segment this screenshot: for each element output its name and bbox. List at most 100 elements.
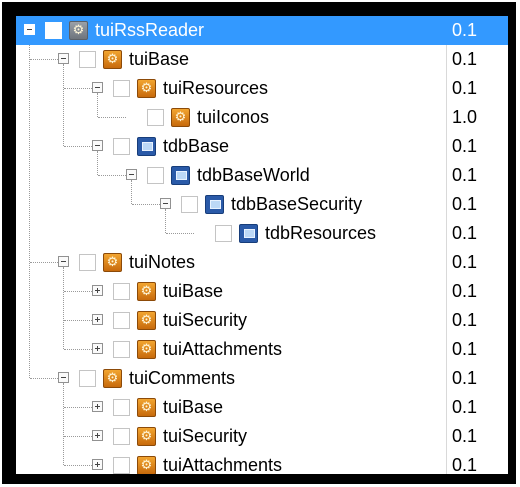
gear-icon: [137, 340, 156, 359]
expand-icon[interactable]: [92, 401, 103, 412]
tree-connector: [64, 436, 92, 437]
row-version: 0.1: [452, 368, 478, 388]
row-version: 0.1: [452, 78, 478, 98]
tree-connector: [64, 320, 92, 321]
row-version: 0.1: [452, 397, 478, 417]
row-version: 0.1: [452, 310, 478, 330]
tree-row[interactable]: tuiRssReader 0.1: [16, 16, 508, 45]
tree-connector: [132, 204, 160, 205]
tree-connector: [30, 378, 58, 379]
window-frame: tuiRssReader 0.1 tuiBase 0.1 tuiResources 0.1…: [2, 2, 516, 484]
tree-row[interactable]: tuiBase 0.1: [16, 393, 508, 422]
tree-connector: [98, 175, 126, 176]
expand-icon[interactable]: [92, 285, 103, 296]
tree-row[interactable]: tdbResources 0.1: [16, 219, 508, 248]
tree-connector: [64, 407, 92, 408]
row-checkbox[interactable]: [113, 399, 130, 416]
row-label: tdbBaseSecurity: [231, 194, 363, 214]
row-checkbox[interactable]: [113, 428, 130, 445]
row-label: tuiBase: [163, 397, 224, 417]
gear-icon: [137, 456, 156, 474]
collapse-icon[interactable]: [58, 53, 69, 64]
row-checkbox[interactable]: [113, 138, 130, 155]
row-checkbox[interactable]: [113, 341, 130, 358]
tree-connector: [64, 349, 92, 350]
gear-icon: [171, 108, 190, 127]
row-label: tdbBaseWorld: [197, 165, 310, 185]
tree-connector: [166, 233, 194, 234]
tree-row[interactable]: tuiBase 0.1: [16, 277, 508, 306]
row-version: 0.1: [452, 339, 478, 359]
row-version: 0.1: [452, 252, 478, 272]
row-checkbox[interactable]: [45, 22, 62, 39]
row-checkbox[interactable]: [79, 254, 96, 271]
row-version: 0.1: [452, 281, 478, 301]
row-checkbox[interactable]: [113, 312, 130, 329]
gear-icon: [137, 79, 156, 98]
tree-row[interactable]: tuiIconos 1.0: [16, 103, 508, 132]
tree-row[interactable]: tdbBase 0.1: [16, 132, 508, 161]
tree-connector: [64, 88, 92, 89]
tree-row[interactable]: tuiComments 0.1: [16, 364, 508, 393]
collapse-icon[interactable]: [126, 169, 137, 180]
row-label: tuiAttachments: [163, 455, 283, 474]
expand-icon[interactable]: [92, 430, 103, 441]
tree-row[interactable]: tdbBaseSecurity 0.1: [16, 190, 508, 219]
row-checkbox[interactable]: [215, 225, 232, 242]
gear-icon: [103, 50, 122, 69]
row-checkbox[interactable]: [79, 51, 96, 68]
row-checkbox[interactable]: [147, 109, 164, 126]
row-checkbox[interactable]: [79, 370, 96, 387]
row-label: tuiIconos: [197, 107, 270, 127]
row-checkbox[interactable]: [113, 283, 130, 300]
expand-icon[interactable]: [92, 343, 103, 354]
gear-icon: [137, 427, 156, 446]
tree-row[interactable]: tuiSecurity 0.1: [16, 306, 508, 335]
gear-icon: [137, 311, 156, 330]
tree-row[interactable]: tuiAttachments 0.1: [16, 451, 508, 474]
row-checkbox[interactable]: [147, 167, 164, 184]
tree-connector: [30, 262, 58, 263]
collapse-icon[interactable]: [58, 256, 69, 267]
row-checkbox[interactable]: [181, 196, 198, 213]
row-version: 0.1: [452, 20, 478, 40]
row-label: tuiResources: [163, 78, 269, 98]
folder-icon: [137, 137, 156, 156]
tree-connector: [64, 465, 92, 466]
row-version: 0.1: [452, 455, 478, 474]
gear-icon: [103, 253, 122, 272]
row-label: tuiSecurity: [163, 310, 248, 330]
tree-connector: [64, 146, 92, 147]
expand-icon[interactable]: [92, 314, 103, 325]
row-version: 0.1: [452, 165, 478, 185]
gear-icon: [137, 398, 156, 417]
expand-icon[interactable]: [92, 459, 103, 470]
tree-connector: [64, 291, 92, 292]
tree-row[interactable]: tuiAttachments 0.1: [16, 335, 508, 364]
gear-icon: [137, 282, 156, 301]
row-version: 1.0: [452, 107, 478, 127]
tree-connector: [98, 117, 126, 118]
row-label: tuiRssReader: [95, 20, 205, 40]
tree-row[interactable]: tuiNotes 0.1: [16, 248, 508, 277]
tree-row[interactable]: tdbBaseWorld 0.1: [16, 161, 508, 190]
tree-connector: [30, 59, 58, 60]
folder-icon: [239, 224, 258, 243]
tree-row[interactable]: tuiBase 0.1: [16, 45, 508, 74]
row-label: tdbBase: [163, 136, 230, 156]
row-version: 0.1: [452, 194, 478, 214]
row-label: tuiBase: [129, 49, 190, 69]
tree-row[interactable]: tuiResources 0.1: [16, 74, 508, 103]
collapse-icon[interactable]: [92, 82, 103, 93]
row-label: tuiBase: [163, 281, 224, 301]
collapse-icon[interactable]: [58, 372, 69, 383]
row-checkbox[interactable]: [113, 457, 130, 474]
row-checkbox[interactable]: [113, 80, 130, 97]
dependency-tree: tuiRssReader 0.1 tuiBase 0.1 tuiResources 0.1…: [16, 16, 508, 474]
folder-icon: [171, 166, 190, 185]
collapse-icon[interactable]: [160, 198, 171, 209]
tree-row[interactable]: tuiSecurity 0.1: [16, 422, 508, 451]
collapse-icon[interactable]: [24, 24, 35, 35]
collapse-icon[interactable]: [92, 140, 103, 151]
gear-icon: [69, 21, 88, 40]
